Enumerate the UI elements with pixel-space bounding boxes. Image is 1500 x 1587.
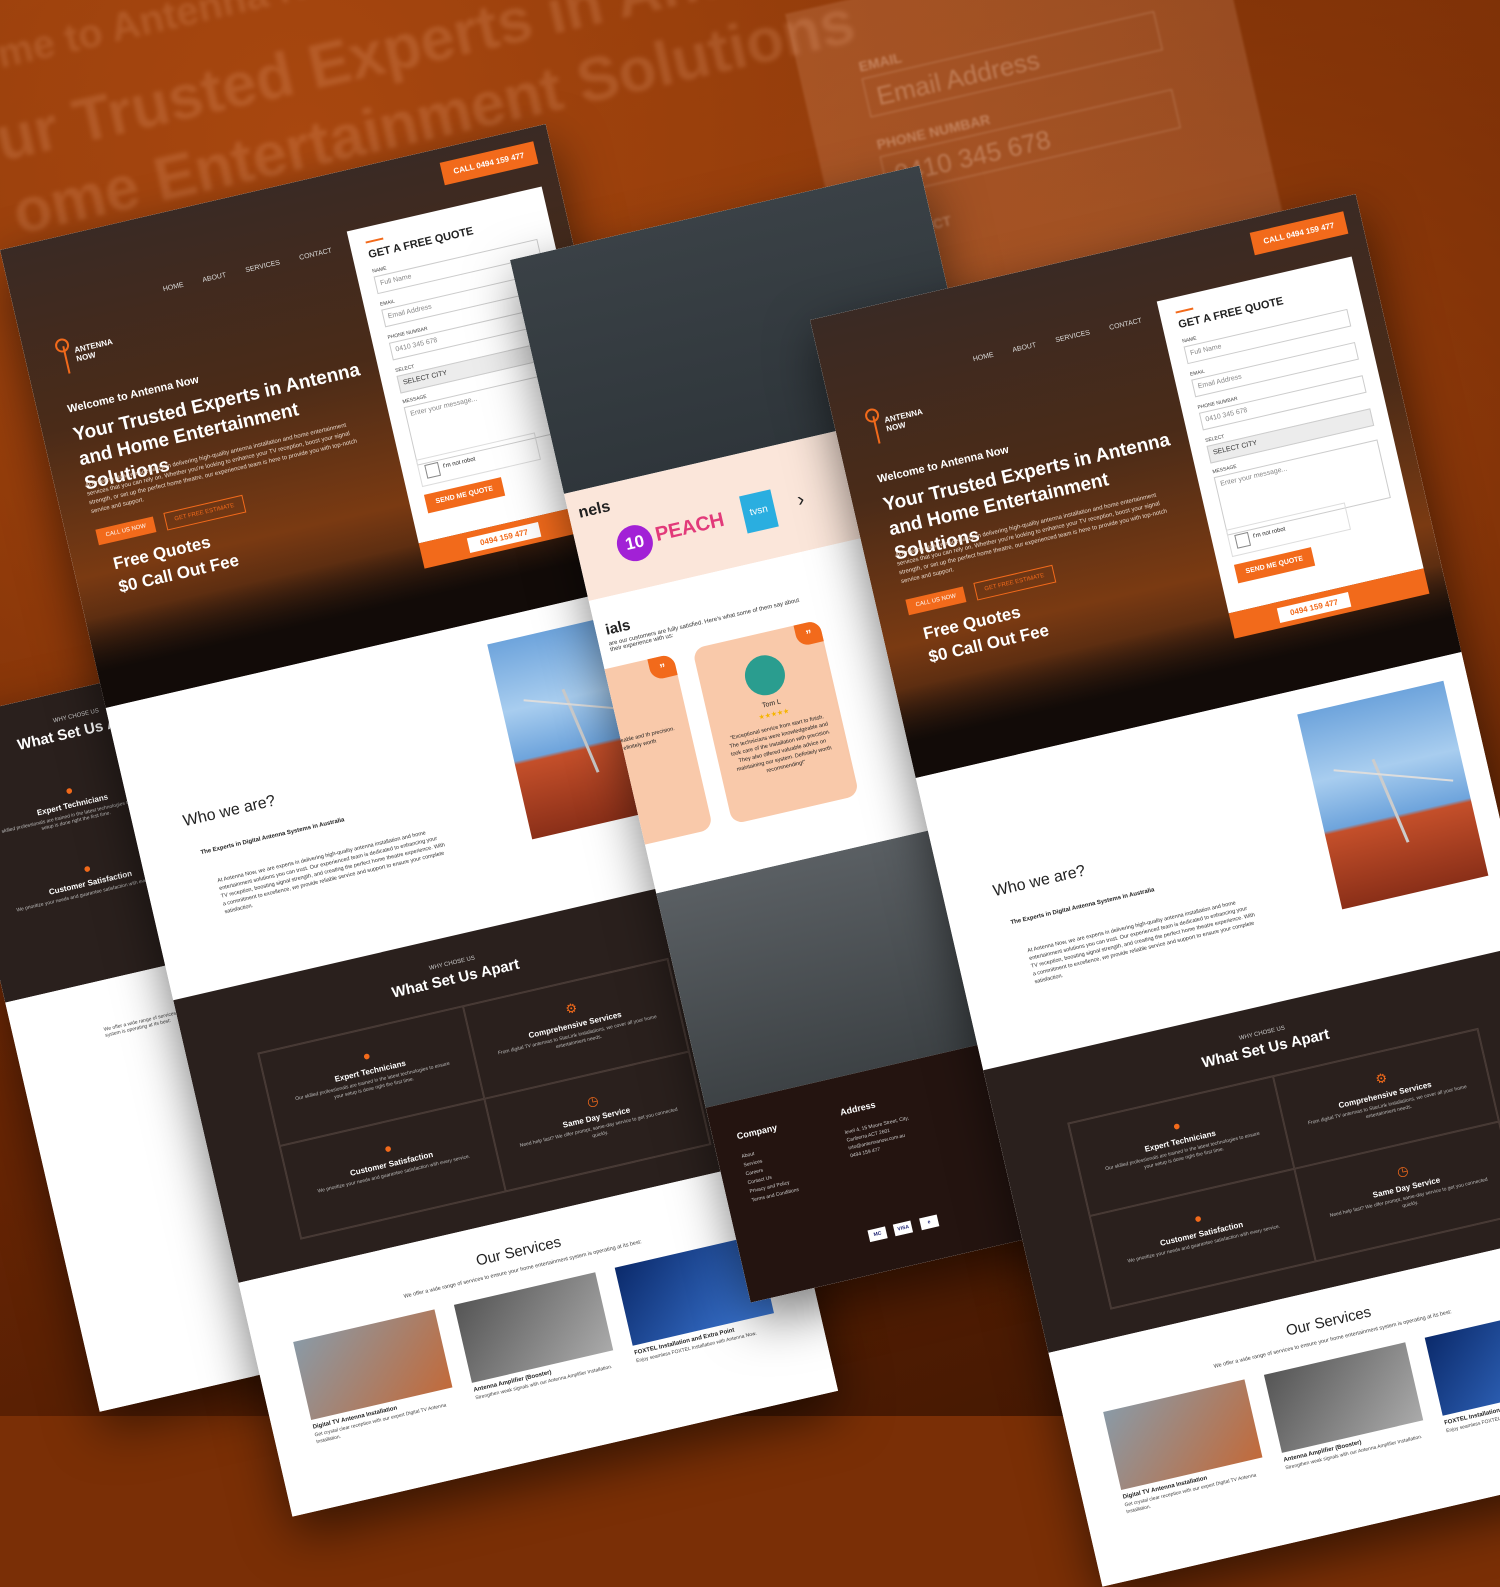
testimonials-title: ials [603, 616, 633, 639]
captcha-label: I'm not robot [442, 456, 477, 470]
channel-10-logo: 10 [613, 521, 657, 565]
who-subtitle: The Experts in Digital Antenna Systems i… [1010, 887, 1156, 927]
nav-services[interactable]: SERVICES [1055, 329, 1091, 344]
carousel-next-icon[interactable]: › [795, 488, 807, 512]
footer-address-title: Address [839, 1099, 877, 1118]
avatar [740, 651, 789, 700]
service-image [1424, 1305, 1500, 1416]
footer-links: About Services Careers Contact Us Privac… [741, 1142, 800, 1205]
service-card[interactable]: Digital TV Antenna Installation Get crys… [1103, 1379, 1268, 1516]
payment-e-icon: e [919, 1214, 940, 1231]
mastercard-icon: MC [867, 1226, 888, 1243]
header-call-button[interactable]: CALL 0494 159 477 [1249, 211, 1349, 256]
service-card[interactable]: Antenna Amplifier (Booster) Strengthen w… [1263, 1342, 1428, 1472]
who-subtitle: The Experts in Digital Antenna Systems i… [200, 817, 346, 857]
header-call-button[interactable]: CALL 0494 159 477 [439, 141, 539, 186]
captcha-checkbox[interactable] [1234, 531, 1252, 549]
photo-antenna-mast [561, 688, 600, 773]
call-us-button[interactable]: CALL US NOW [95, 516, 157, 546]
footer-company-title: Company [735, 1122, 779, 1142]
quote-icon: ” [793, 619, 824, 648]
nav-services[interactable]: SERVICES [245, 259, 281, 274]
channel-peach-logo: PEACH [653, 508, 727, 547]
antenna-photo [1297, 680, 1489, 910]
logo-text: ANTENNA NOW [883, 407, 925, 433]
nav-contact[interactable]: CONTACT [1109, 317, 1143, 331]
main-nav: HOME ABOUT SERVICES CONTACT [162, 243, 350, 293]
form-title: GET A FREE QUOTE [1177, 295, 1285, 332]
form-accent-bar [1175, 307, 1194, 314]
channel-tvsn-logo: tvsn [739, 489, 779, 534]
free-estimate-button[interactable]: GET FREE ESTIMATE [972, 564, 1057, 601]
service-card[interactable]: Digital TV Antenna Installation Get crys… [293, 1309, 458, 1446]
who-title: Who we are? [991, 862, 1088, 901]
footer-address: level 4, 15 Moore Street, City, Canberra… [844, 1114, 915, 1160]
service-card[interactable]: Antenna Amplifier (Booster) Strengthen w… [453, 1272, 618, 1402]
nav-home[interactable]: HOME [972, 352, 994, 364]
free-estimate-button[interactable]: GET FREE ESTIMATE [162, 494, 247, 531]
nav-about[interactable]: ABOUT [1012, 342, 1037, 354]
visa-icon: VISA [893, 1220, 914, 1237]
who-title: Who we are? [181, 792, 278, 831]
call-us-button[interactable]: CALL US NOW [905, 586, 967, 616]
form-accent-bar [365, 237, 384, 244]
photo-antenna-mast [1371, 758, 1410, 843]
captcha-label: I'm not robot [1252, 526, 1287, 540]
quote-icon: ” [647, 653, 678, 681]
nav-contact[interactable]: CONTACT [299, 247, 333, 261]
testimonial-card: ” Tom L ★★★★★ "Exceptional service from … [692, 619, 860, 825]
brand-logo[interactable]: ANTENNA NOW [862, 401, 924, 450]
captcha-checkbox[interactable] [424, 461, 442, 479]
nav-home[interactable]: HOME [162, 282, 184, 294]
nav-about[interactable]: ABOUT [202, 272, 227, 284]
payment-icons: MC VISA e [866, 1208, 943, 1243]
form-title: GET A FREE QUOTE [367, 225, 475, 262]
channels-title: nels [576, 498, 612, 522]
brand-logo[interactable]: ANTENNA NOW [52, 331, 114, 380]
photo-antenna-arm [1333, 769, 1454, 782]
main-nav: HOME ABOUT SERVICES CONTACT [972, 313, 1160, 363]
logo-text: ANTENNA NOW [73, 337, 115, 363]
